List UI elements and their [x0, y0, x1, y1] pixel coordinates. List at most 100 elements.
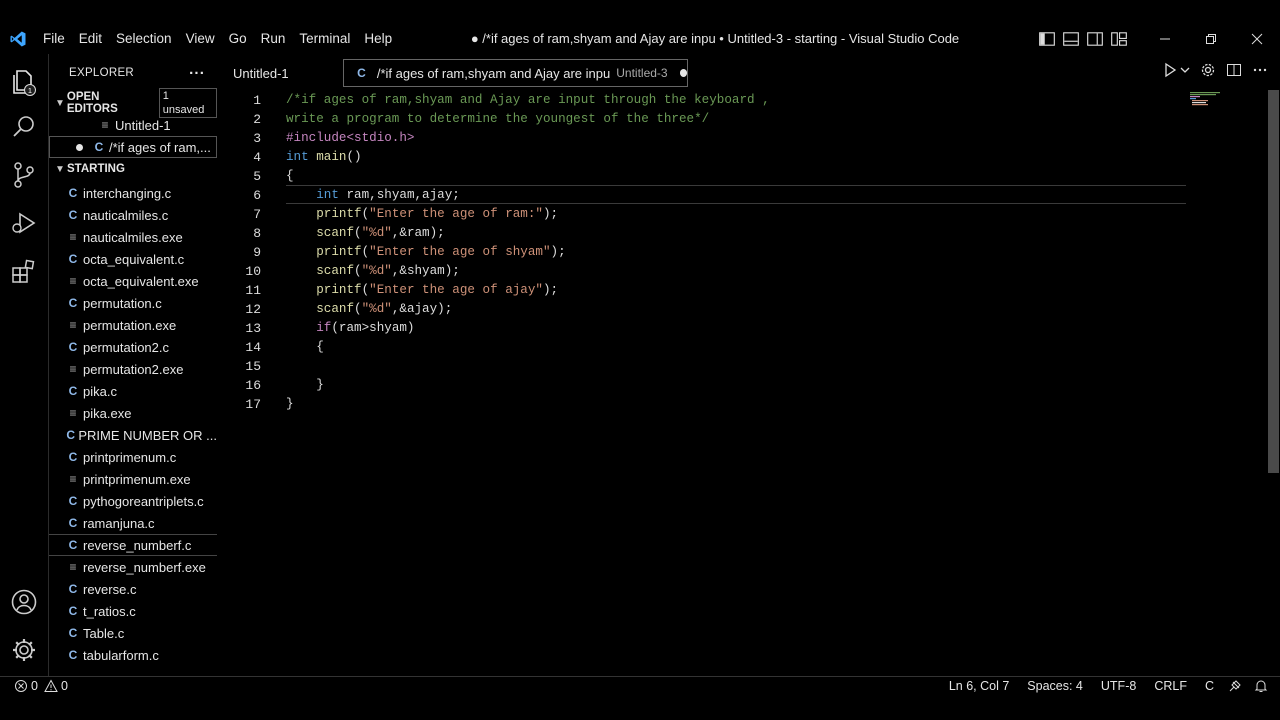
more-actions-icon[interactable]	[1252, 62, 1268, 78]
notifications-bell-icon[interactable]	[1254, 679, 1268, 693]
explorer-files-icon[interactable]: 1	[9, 66, 39, 96]
vertical-scrollbar-thumb[interactable]	[1268, 90, 1279, 473]
exe-file-icon: ≡	[69, 560, 77, 574]
run-and-debug-icon[interactable]	[9, 208, 39, 238]
unsaved-dot-icon[interactable]	[679, 69, 687, 77]
restore-button[interactable]	[1188, 28, 1234, 50]
minimize-button[interactable]	[1142, 28, 1188, 50]
manage-gear-icon[interactable]	[9, 635, 39, 665]
c-file-icon: C	[68, 604, 78, 618]
code-line[interactable]: scanf("%d",&ram);	[286, 224, 445, 243]
account-icon[interactable]	[9, 587, 39, 617]
explorer-title: EXPLORER	[69, 67, 135, 79]
file-name: printprimenum.exe	[83, 471, 191, 487]
menu-selection[interactable]: Selection	[116, 30, 172, 48]
chevron-down-icon[interactable]	[1180, 62, 1190, 78]
c-file-icon: C	[68, 648, 78, 662]
file-item[interactable]: ≡ reverse_numberf.exe	[49, 556, 217, 578]
source-control-icon[interactable]	[9, 160, 39, 190]
toggle-panel-icon[interactable]	[1062, 30, 1080, 48]
file-item[interactable]: C PRIME NUMBER OR ...	[49, 424, 217, 446]
file-item[interactable]: Cpika.c	[49, 380, 217, 402]
code-line[interactable]: }	[286, 395, 294, 414]
problems-indicator[interactable]: 0 0	[14, 679, 68, 693]
code-line[interactable]: }	[286, 376, 324, 395]
indentation[interactable]: Spaces: 4	[1027, 679, 1083, 693]
menu-view[interactable]: View	[186, 30, 215, 48]
file-name: Table.c	[83, 625, 125, 641]
end-of-line[interactable]: CRLF	[1154, 679, 1187, 693]
code-line[interactable]: #include<stdio.h>	[286, 129, 414, 148]
menu-terminal[interactable]: Terminal	[299, 30, 350, 48]
exe-file-icon: ≡	[69, 362, 77, 376]
title-bar-controls	[1038, 28, 1280, 50]
exe-file-icon: ≡	[69, 274, 77, 288]
folder-label: STARTING	[67, 163, 125, 175]
file-item[interactable]: Creverse.c	[49, 578, 217, 600]
file-item[interactable]: Cprintprimenum.c	[49, 446, 217, 468]
minimap[interactable]	[1190, 92, 1240, 106]
file-item[interactable]: Cramanjuna.c	[49, 512, 217, 534]
code-line[interactable]: printf("Enter the age of ram:");	[286, 205, 558, 224]
code-line[interactable]: {	[286, 167, 294, 186]
menu-run[interactable]: Run	[261, 30, 286, 48]
file-item[interactable]: Cinterchanging.c	[49, 182, 217, 204]
file-item[interactable]: ≡ printprimenum.exe	[49, 468, 217, 490]
tab-label: Untitled-1	[233, 65, 289, 81]
file-item[interactable]: ≡ permutation2.exe	[49, 358, 217, 380]
code-line[interactable]: write a program to determine the younges…	[286, 110, 709, 129]
code-line[interactable]: printf("Enter the age of shyam");	[286, 243, 565, 262]
language-mode[interactable]: C	[1205, 679, 1214, 693]
feedback-icon[interactable]	[1228, 679, 1242, 693]
file-name: pythogoreantriplets.c	[83, 493, 204, 509]
file-item[interactable]: Ct_ratios.c	[49, 600, 217, 622]
file-item[interactable]: Cocta_equivalent.c	[49, 248, 217, 270]
file-item[interactable]: Cpermutation.c	[49, 292, 217, 314]
extensions-icon[interactable]	[9, 256, 39, 286]
code-line[interactable]: printf("Enter the age of ajay");	[286, 281, 558, 300]
file-item[interactable]: Cpermutation2.c	[49, 336, 217, 358]
tab-untitled-1[interactable]: Untitled-1	[233, 59, 289, 87]
file-item[interactable]: Creverse_numberf.c	[49, 534, 217, 556]
code-line[interactable]: int main()	[286, 148, 362, 167]
menu-edit[interactable]: Edit	[79, 30, 102, 48]
code-line[interactable]: {	[286, 338, 324, 357]
run-file-icon[interactable]	[1162, 62, 1178, 78]
toggle-primary-sidebar-icon[interactable]	[1038, 30, 1056, 48]
file-item[interactable]: Cpythogoreantriplets.c	[49, 490, 217, 512]
encoding[interactable]: UTF-8	[1101, 679, 1136, 693]
menu-go[interactable]: Go	[229, 30, 247, 48]
open-editors-section[interactable]: ▼ OPEN EDITORS 1 unsaved	[49, 88, 217, 118]
code-line[interactable]: scanf("%d",&shyam);	[286, 262, 460, 281]
c-file-icon: C	[68, 186, 78, 200]
file-item[interactable]: Ctabularform.c	[49, 644, 217, 666]
file-name: octa_equivalent.c	[83, 251, 185, 267]
split-editor-icon[interactable]	[1226, 62, 1242, 78]
close-window-button[interactable]	[1234, 28, 1280, 50]
file-item[interactable]: ≡ octa_equivalent.exe	[49, 270, 217, 292]
open-editor-untitled-3[interactable]: C /*if ages of ram,...	[49, 136, 217, 158]
code-line[interactable]: /*if ages of ram,shyam and Ajay are inpu…	[286, 91, 770, 110]
code-editor[interactable]: 1 2 3 4 5 6 7 8 9 10 11 12 13 14 15 16 17 /*if ages of r…	[217, 90, 1267, 676]
folder-starting-section[interactable]: ▼ STARTING	[49, 158, 217, 180]
code-line[interactable]: int ram,shyam,ajay;	[286, 186, 460, 205]
file-item[interactable]: ≡ pika.exe	[49, 402, 217, 424]
cursor-position[interactable]: Ln 6, Col 7	[949, 679, 1009, 693]
toggle-secondary-sidebar-icon[interactable]	[1086, 30, 1104, 48]
settings-gear-icon[interactable]	[1200, 62, 1216, 78]
code-line[interactable]: scanf("%d",&ajay);	[286, 300, 452, 319]
menu-help[interactable]: Help	[364, 30, 392, 48]
line-number: 16	[245, 378, 261, 393]
customize-layout-icon[interactable]	[1110, 30, 1128, 48]
explorer-more-actions-icon[interactable]: ···	[189, 65, 205, 82]
menu-file[interactable]: File	[43, 30, 65, 48]
minimize-icon	[1160, 38, 1170, 40]
file-item[interactable]: ≡ nauticalmiles.exe	[49, 226, 217, 248]
tab-untitled-3[interactable]: C /*if ages of ram,shyam and Ajay are in…	[343, 59, 688, 87]
file-item[interactable]: C Table.c	[49, 622, 217, 644]
explorer-header: EXPLORER ···	[49, 54, 217, 92]
code-line[interactable]: if(ram>shyam)	[286, 319, 414, 338]
search-icon[interactable]	[9, 112, 39, 142]
file-item[interactable]: ≡ permutation.exe	[49, 314, 217, 336]
file-item[interactable]: Cnauticalmiles.c	[49, 204, 217, 226]
